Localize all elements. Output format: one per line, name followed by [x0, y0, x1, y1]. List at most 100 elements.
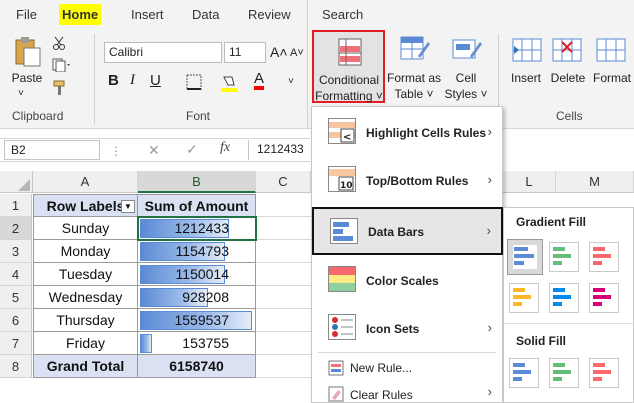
gradient-orange-data-bar[interactable] — [509, 283, 539, 313]
enter-icon[interactable]: ✓ — [186, 141, 198, 158]
pivot-row-label[interactable]: Sunday — [33, 217, 138, 240]
solid-blue-data-bar[interactable] — [509, 358, 539, 388]
solid-green-data-bar[interactable] — [549, 358, 579, 388]
formula-bar-more-icon[interactable]: ⋮ — [110, 144, 122, 158]
fill-color-icon[interactable] — [220, 74, 238, 95]
column-header-m[interactable]: M — [556, 171, 634, 193]
gradient-purple-data-bar[interactable] — [589, 283, 619, 313]
pivot-header-row-labels[interactable]: Row Labels ▼ — [33, 194, 138, 217]
data-bars-icon — [330, 218, 358, 244]
cut-icon[interactable] — [52, 36, 66, 53]
clipboard-group-label: Clipboard — [12, 109, 64, 123]
column-header-c[interactable]: C — [256, 171, 311, 193]
column-header-l[interactable]: L — [503, 171, 556, 193]
delete-cells-button[interactable]: Delete — [548, 70, 588, 86]
menu-item-data-bars[interactable]: Data Bars › — [312, 207, 503, 255]
chevron-right-icon: › — [487, 172, 492, 187]
color-scales-icon — [328, 266, 356, 292]
format-as-table-icon[interactable] — [400, 36, 430, 67]
formula-input[interactable]: 1212433 — [248, 140, 310, 160]
chevron-right-icon: › — [487, 124, 492, 139]
row-header[interactable]: 6 — [0, 309, 32, 332]
tab-review[interactable]: Review — [248, 7, 291, 22]
copy-icon[interactable] — [52, 58, 72, 75]
select-all-corner[interactable] — [0, 171, 33, 193]
delete-cells-icon[interactable] — [552, 38, 582, 67]
pivot-row-value[interactable]: 1559537 — [138, 309, 256, 332]
menu-item-color-scales[interactable]: Color Scales — [312, 258, 502, 304]
fx-icon[interactable]: fx — [220, 140, 230, 156]
menu-item-top-bottom-rules[interactable]: 10 Top/Bottom Rules › — [312, 158, 502, 204]
pivot-row-value[interactable]: 928208 — [138, 286, 256, 309]
pivot-row-label[interactable]: Wednesday — [33, 286, 138, 309]
menu-item-highlight-cells-rules[interactable]: < Highlight Cells Rules › — [312, 110, 502, 156]
gradient-light-blue-data-bar[interactable] — [549, 283, 579, 313]
italic-icon[interactable]: I — [130, 72, 135, 89]
row-header[interactable]: 3 — [0, 240, 32, 263]
cancel-icon[interactable]: ✕ — [148, 142, 160, 159]
decrease-font-icon[interactable]: A˅ — [290, 47, 304, 59]
cell-styles-label-2[interactable]: Styles ˅ — [440, 86, 492, 102]
pivot-row-value[interactable]: 1154793 — [138, 240, 256, 263]
column-header-b[interactable]: B — [138, 171, 256, 193]
pivot-grand-total-label[interactable]: Grand Total — [33, 355, 138, 378]
menu-divider — [318, 352, 496, 353]
insert-cells-button[interactable]: Insert — [506, 70, 546, 86]
top-bottom-rules-icon: 10 — [328, 166, 356, 192]
row-header[interactable]: 4 — [0, 263, 32, 286]
pivot-row-label[interactable]: Tuesday — [33, 263, 138, 286]
pivot-row-value[interactable]: 1150014 — [138, 263, 256, 286]
row-header[interactable]: 5 — [0, 286, 32, 309]
filter-dropdown-icon[interactable]: ▼ — [121, 200, 135, 213]
paste-button[interactable]: Paste — [10, 70, 44, 86]
pivot-header-sum-of-amount[interactable]: Sum of Amount — [138, 194, 256, 217]
menu-item-clear-rules[interactable]: Clear Rules › — [312, 384, 502, 403]
font-size-select[interactable]: 11 — [224, 42, 266, 63]
tab-data[interactable]: Data — [192, 7, 219, 22]
tab-insert[interactable]: Insert — [131, 7, 164, 22]
format-cells-button[interactable]: Format — [590, 70, 634, 86]
gradient-red-data-bar[interactable] — [589, 242, 619, 272]
pivot-row-label[interactable]: Monday — [33, 240, 138, 263]
font-color-dropdown-icon[interactable]: ˅ — [288, 76, 294, 87]
icon-sets-icon — [328, 314, 356, 340]
borders-icon[interactable] — [186, 74, 202, 93]
format-as-table-label-1[interactable]: Format as — [386, 70, 442, 86]
pivot-row-value[interactable]: 153755 — [138, 332, 256, 355]
paste-dropdown-icon[interactable]: ˅ — [18, 88, 24, 99]
cell-styles-icon[interactable] — [452, 36, 482, 67]
row-header[interactable]: 7 — [0, 332, 32, 355]
name-box[interactable]: B2 — [4, 140, 100, 160]
menu-item-icon-sets[interactable]: Icon Sets › — [312, 306, 502, 352]
conditional-formatting-label-2: Formatting ˅ — [315, 89, 383, 103]
highlight-cells-rules-icon: < — [328, 118, 356, 144]
row-header[interactable]: 2 — [0, 217, 32, 240]
menu-item-new-rule[interactable]: New Rule... — [312, 357, 502, 379]
pivot-grand-total-value[interactable]: 6158740 — [138, 355, 256, 378]
underline-icon[interactable]: U — [150, 72, 161, 89]
paste-icon[interactable] — [12, 36, 42, 68]
insert-cells-icon[interactable] — [512, 38, 542, 67]
pivot-row-label[interactable]: Thursday — [33, 309, 138, 332]
new-rule-label: New Rule... — [350, 361, 413, 375]
column-header-a[interactable]: A — [33, 171, 138, 193]
bold-icon[interactable]: B — [108, 72, 119, 89]
gradient-green-data-bar[interactable] — [549, 242, 579, 272]
pivot-row-label[interactable]: Friday — [33, 332, 138, 355]
format-cells-icon[interactable] — [596, 38, 626, 67]
row-header[interactable]: 1 — [0, 194, 32, 217]
tab-file[interactable]: File — [16, 7, 37, 22]
solid-red-data-bar[interactable] — [589, 358, 619, 388]
conditional-formatting-button[interactable]: Conditional Formatting ˅ — [312, 30, 385, 103]
clear-rules-icon — [328, 386, 344, 403]
format-painter-icon[interactable] — [52, 80, 68, 99]
format-as-table-label-2[interactable]: Table ˅ — [386, 86, 442, 102]
tab-search[interactable]: Search — [322, 7, 363, 22]
tab-home[interactable]: Home — [59, 4, 102, 25]
font-color-icon[interactable]: A — [254, 71, 265, 90]
row-header[interactable]: 8 — [0, 355, 32, 378]
increase-font-icon[interactable]: A˄ — [270, 44, 288, 60]
gradient-blue-data-bar[interactable] — [507, 239, 543, 275]
cell-styles-label-1[interactable]: Cell — [446, 70, 486, 86]
font-name-select[interactable]: Calibri — [104, 42, 222, 63]
